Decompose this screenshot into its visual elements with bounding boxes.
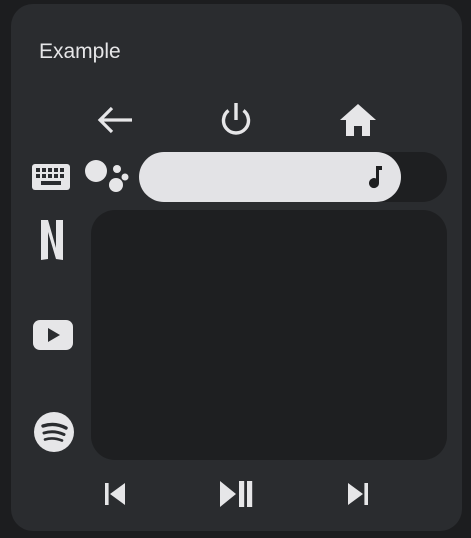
remote-card: Example	[11, 4, 462, 531]
back-button[interactable]	[95, 100, 135, 140]
home-icon	[340, 104, 376, 136]
play-pause-icon	[220, 481, 253, 507]
next-button[interactable]	[338, 476, 378, 512]
power-button[interactable]	[216, 100, 256, 140]
assistant-button[interactable]	[83, 156, 131, 200]
keyboard-button[interactable]	[29, 162, 73, 192]
google-assistant-icon	[85, 160, 129, 192]
youtube-button[interactable]	[33, 318, 73, 352]
arrow-left-icon	[97, 106, 132, 134]
power-icon	[221, 103, 251, 135]
home-button[interactable]	[337, 99, 379, 141]
volume-slider-fill	[139, 152, 401, 202]
play-pause-button[interactable]	[214, 474, 260, 514]
netflix-icon	[41, 220, 63, 260]
youtube-icon	[33, 320, 73, 350]
netflix-button[interactable]	[37, 218, 67, 262]
skip-previous-icon	[105, 483, 125, 505]
spotify-button[interactable]	[33, 411, 75, 453]
keyboard-icon	[32, 164, 70, 190]
touchpad[interactable]	[91, 210, 447, 460]
skip-next-icon	[348, 483, 368, 505]
volume-slider[interactable]	[139, 152, 447, 202]
card-title: Example	[39, 40, 121, 63]
previous-button[interactable]	[95, 476, 135, 512]
music-note-icon	[368, 166, 382, 189]
spotify-icon	[34, 412, 74, 452]
